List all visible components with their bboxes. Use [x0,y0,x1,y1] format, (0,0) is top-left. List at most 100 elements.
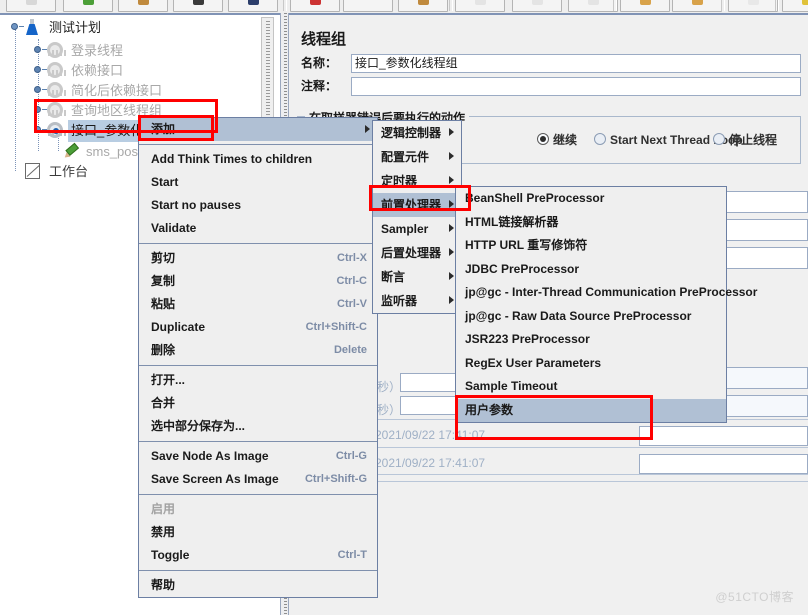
field-box-f[interactable] [639,426,808,446]
menu-item-jp-gc-inter-thread-communication-preprocessor[interactable]: jp@gc - Inter-Thread Communication PrePr… [456,281,757,305]
menu-item-http-url[interactable]: HTTP URL 重写修饰符 [456,234,726,258]
menu-item-beanshell-preprocessor[interactable]: BeanShell PreProcessor [456,187,726,211]
menu-item-label: 粘贴 [151,297,176,311]
thread-group-gear-icon [47,82,68,98]
toolbar-new-button[interactable] [6,0,56,12]
menu-item-[interactable]: 删除 Delete [139,339,377,362]
menu-item-[interactable]: 粘贴 Ctrl-V [139,293,377,316]
menu-item-validate[interactable]: Validate [139,217,377,240]
menu-item-[interactable]: 合并 [139,392,377,415]
menu-item-html[interactable]: HTML链接解析器 [456,211,726,235]
menu-item-[interactable]: 复制 Ctrl-C [139,270,377,293]
menu-item-[interactable]: 逻辑控制器 [373,121,461,145]
tree-node-2[interactable]: 依赖接口 [0,60,270,80]
page-title: 线程组 [301,31,347,48]
toolbar [0,0,808,13]
toolbar-paste-button[interactable] [398,0,448,12]
menu-item-duplicate[interactable]: Duplicate Ctrl+Shift-C [139,316,377,339]
toolbar-start-button[interactable] [620,0,670,12]
menu-item-[interactable]: 断言 [373,265,461,289]
tree-node-3[interactable]: 简化后依赖接口 [0,80,270,100]
menu-item-[interactable]: 选中部分保存为... [139,415,377,438]
toolbar-templates-button[interactable] [63,0,113,12]
menu-item-label: Toggle [151,548,190,562]
menu-item-start[interactable]: Start [139,171,377,194]
menu-item-[interactable]: 定时器 [373,169,461,193]
submenu-arrow-icon [449,296,454,304]
error-action-label-0: 继续 [553,133,578,147]
tree-expand-handle-5[interactable] [34,126,41,133]
toolbar-shutdown-icon [802,0,808,5]
tree-node-1[interactable]: 登录线程 [0,40,270,60]
toolbar-stop-button[interactable] [728,0,778,12]
menu-item-save-screen-as-image[interactable]: Save Screen As Image Ctrl+Shift-G [139,468,377,491]
toolbar-shutdown-button[interactable] [782,0,808,12]
menu-item-[interactable]: 前置处理器 [373,193,461,217]
menu-item-sample-timeout[interactable]: Sample Timeout [456,375,726,399]
toolbar-open-button[interactable] [118,0,168,12]
menu-item-start-no-pauses[interactable]: Start no pauses [139,194,377,217]
menu-item-[interactable]: 帮助 [139,574,377,597]
toolbar-expand-button[interactable] [455,0,505,12]
tree-expand-handle-4[interactable] [34,106,41,113]
menu-item-[interactable]: 启用 [139,498,377,521]
menu-item-accelerator: Ctrl+Shift-G [304,473,367,485]
add-submenu[interactable]: 逻辑控制器 配置元件 定时器前置处理器 Sampler 后置处理器 断言 监听器 [372,120,462,314]
tree-node-0[interactable]: 测试计划 [0,17,270,37]
menu-item-toggle[interactable]: Toggle Ctrl-T [139,544,377,567]
menu-item-[interactable]: 配置元件 [373,145,461,169]
menu-item-add-think-times-to-children[interactable]: Add Think Times to children [139,148,377,171]
toolbar-start-no-pauses-button[interactable] [672,0,722,12]
menu-item-[interactable]: 打开... [139,369,377,392]
menu-item-[interactable]: 剪切 Ctrl-X [139,247,377,270]
menu-item-regex-user-parameters[interactable]: RegEx User Parameters [456,352,726,376]
comment-row: 注释： [301,77,337,96]
preprocessor-submenu[interactable]: BeanShell PreProcessor HTML链接解析器 HTTP URL … [455,186,757,423]
toolbar-separator-0 [283,0,287,11]
menu-item-accelerator: Ctrl-X [337,252,367,264]
toolbar-toggle-button[interactable] [568,0,618,12]
name-row: 名称： [301,54,337,73]
tree-expand-handle-3[interactable] [34,86,41,93]
menu-item-label: 剪切 [151,251,176,265]
toolbar-copy-button[interactable] [343,0,393,12]
field-box-g[interactable] [639,454,808,474]
menu-item-jdbc-preprocessor[interactable]: JDBC PreProcessor [456,258,726,282]
comment-input[interactable] [351,77,801,96]
toolbar-stop-icon [748,0,759,5]
menu-item-accelerator: Ctrl-C [336,275,367,287]
menu-item-label: Add Think Times to children [151,152,313,166]
tree-expand-handle-2[interactable] [34,66,41,73]
error-action-radio-1[interactable] [594,133,606,145]
tree-expand-handle-0[interactable] [11,23,18,30]
menu-item-[interactable]: 用户参数 [456,398,726,422]
menu-item-[interactable]: 添加 [139,118,377,141]
submenu-arrow-icon [365,125,370,133]
menu-item-save-node-as-image[interactable]: Save Node As Image Ctrl-G [139,445,377,468]
error-action-radio-2[interactable] [713,133,725,145]
menu-item-label: 前置处理器 [381,198,442,212]
menu-item-label: 复制 [151,274,176,288]
toolbar-save-button[interactable] [228,0,278,12]
toolbar-separator-1 [449,0,453,11]
menu-item-jp-gc-raw-data-source-preprocessor[interactable]: jp@gc - Raw Data Source PreProcessor [456,305,726,329]
menu-item-accelerator: Ctrl-V [337,298,367,310]
node-context-menu[interactable]: 添加 Add Think Times to children Start Start … [138,117,378,598]
menu-item-label: Sampler [381,222,429,236]
menu-item-[interactable]: 禁用 [139,521,377,544]
toolbar-cut-button[interactable] [290,0,340,12]
menu-item-label: JSR223 PreProcessor [465,332,590,346]
menu-item-[interactable]: 后置处理器 [373,241,461,265]
tree-expand-handle-1[interactable] [34,46,41,53]
menu-item-sampler[interactable]: Sampler [373,217,461,241]
menu-item-jsr223-preprocessor[interactable]: JSR223 PreProcessor [456,328,726,352]
name-input[interactable]: 接口_参数化线程组 [351,54,801,73]
toolbar-expand-icon [475,0,486,5]
toolbar-close-button[interactable] [173,0,223,12]
comment-label: 注释： [301,79,338,93]
menu-item-label: Validate [151,221,197,235]
menu-item-[interactable]: 监听器 [373,289,461,313]
error-action-radio-0[interactable] [537,133,549,145]
menu-item-label: 禁用 [151,525,176,539]
toolbar-collapse-button[interactable] [512,0,562,12]
